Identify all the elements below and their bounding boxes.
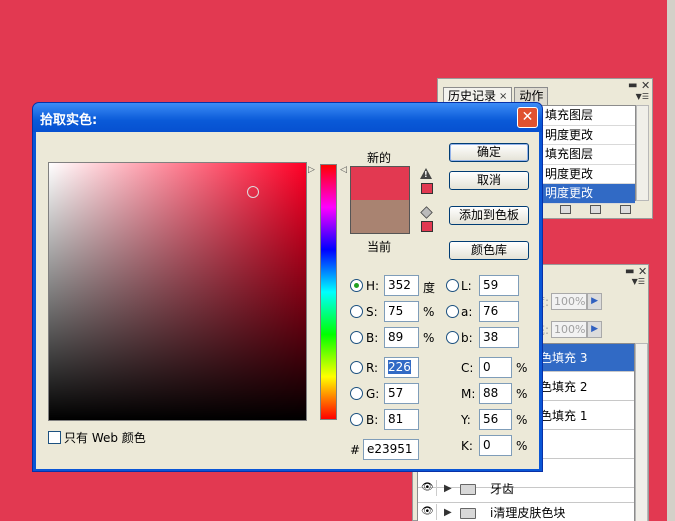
saturation-input[interactable]: 75 [384, 301, 419, 322]
radio-blue[interactable] [350, 413, 363, 426]
dialog-title: 拾取实色: [40, 113, 98, 128]
web-safe-cube-icon[interactable] [420, 206, 433, 219]
radio-saturation[interactable] [350, 305, 363, 318]
color-libraries-button[interactable]: 颜色库 [449, 241, 529, 260]
snapshot-camera-icon[interactable] [590, 205, 601, 214]
yellow-input[interactable]: 56 [479, 409, 512, 430]
cancel-button[interactable]: 取消 [449, 171, 529, 190]
lightness-label: L: [461, 279, 472, 293]
b-lab-input[interactable]: 38 [479, 327, 519, 348]
fill-arrow-icon[interactable]: ▶ [587, 321, 603, 338]
minimize-icon[interactable]: ▬ [628, 80, 637, 91]
close-icon[interactable]: ✕ [641, 79, 650, 92]
dialog-body: ▷ ◁ 只有 Web 颜色 新的 当前 确定 取消 添加到色板 颜色库 H: 3… [36, 132, 539, 469]
gamut-warning-icon[interactable] [420, 168, 432, 179]
opacity-control: 度: 100% ▶ [533, 293, 603, 310]
b-lab-label: b: [461, 331, 473, 345]
a-input[interactable]: 76 [479, 301, 519, 322]
blue-input[interactable]: 81 [384, 409, 419, 430]
yellow-unit: % [516, 413, 528, 427]
hue-slider-arrow-left-icon[interactable]: ▷ [308, 165, 315, 175]
minimize-icon[interactable]: ▬ [625, 266, 634, 277]
color-cursor-icon[interactable] [247, 186, 259, 198]
new-color-label: 新的 [367, 151, 392, 165]
radio-a[interactable] [446, 305, 459, 318]
current-color-label: 当前 [367, 240, 392, 254]
radio-lightness[interactable] [446, 279, 459, 292]
cyan-unit: % [516, 361, 528, 375]
opacity-input[interactable]: 100% [551, 293, 588, 310]
red-value-selected: 226 [388, 360, 411, 374]
current-color-swatch[interactable] [350, 200, 410, 234]
ok-button[interactable]: 确定 [449, 143, 529, 162]
web-only-label: 只有 Web 颜色 [64, 431, 146, 445]
history-scrollbar[interactable] [636, 105, 649, 201]
green-input[interactable]: 57 [384, 383, 419, 404]
opacity-arrow-icon[interactable]: ▶ [587, 293, 603, 310]
hue-input[interactable]: 352 [384, 275, 419, 296]
trash-icon[interactable] [620, 205, 631, 214]
fill-control: 充: 100% ▶ [533, 321, 603, 338]
layer-name: 色填充 3 [540, 351, 588, 365]
folder-icon [460, 508, 476, 519]
yellow-label: Y: [461, 413, 471, 427]
layer-group-row[interactable]: 👁 ▶ i清理皮肤色块 [418, 499, 634, 521]
eye-icon[interactable]: 👁 [421, 504, 437, 520]
new-document-icon[interactable] [560, 205, 571, 214]
hue-unit: 度 [423, 281, 436, 295]
radio-red[interactable] [350, 361, 363, 374]
hex-input[interactable]: e23951 [363, 439, 419, 460]
hue-label: H: [366, 279, 380, 293]
cyan-label: C: [461, 361, 474, 375]
layer-name: 色填充 1 [540, 409, 588, 423]
magenta-input[interactable]: 88 [479, 383, 512, 404]
close-button[interactable]: ✕ [517, 107, 538, 128]
layers-scrollbar[interactable] [635, 343, 648, 521]
saturation-brightness-field[interactable] [48, 162, 307, 421]
brightness-label: B: [366, 331, 379, 345]
panel-menu-icon[interactable]: ▼☰ [636, 92, 649, 101]
folder-icon [460, 484, 476, 495]
eye-icon[interactable]: 👁 [421, 480, 437, 496]
radio-hue[interactable] [350, 279, 363, 292]
expand-triangle-icon[interactable]: ▶ [444, 499, 452, 521]
brightness-input[interactable]: 89 [384, 327, 419, 348]
red-label: R: [366, 361, 379, 375]
hue-slider-arrow-right-icon[interactable]: ◁ [340, 165, 347, 175]
a-label: a: [461, 305, 473, 319]
green-label: G: [366, 387, 380, 401]
gamut-swatch[interactable] [421, 183, 433, 194]
lightness-input[interactable]: 59 [479, 275, 519, 296]
web-safe-swatch[interactable] [421, 221, 433, 232]
dialog-titlebar[interactable]: 拾取实色: ✕ [33, 103, 542, 132]
cyan-input[interactable]: 0 [479, 357, 512, 378]
black-input[interactable]: 0 [479, 435, 512, 456]
brightness-unit: % [423, 331, 435, 345]
fill-input[interactable]: 100% [551, 321, 588, 338]
hex-label: # [350, 443, 361, 457]
magenta-unit: % [516, 387, 528, 401]
saturation-unit: % [423, 305, 435, 319]
hue-slider[interactable] [320, 164, 337, 420]
web-only-checkbox[interactable]: 只有 Web 颜色 [48, 429, 146, 446]
red-input[interactable]: 226 [384, 357, 419, 378]
add-to-swatches-button[interactable]: 添加到色板 [449, 206, 529, 225]
magenta-label: M: [461, 387, 476, 401]
color-picker-dialog: 拾取实色: ✕ ▷ ◁ 只有 Web 颜色 新的 当前 确定 取消 添加到色板 … [32, 102, 543, 472]
radio-green[interactable] [350, 387, 363, 400]
workspace-edge [667, 0, 675, 521]
panel-menu-icon[interactable]: ▼☰ [632, 277, 645, 286]
black-label: K: [461, 439, 473, 453]
saturation-label: S: [366, 305, 378, 319]
black-unit: % [516, 439, 528, 453]
radio-brightness[interactable] [350, 331, 363, 344]
radio-b-lab[interactable] [446, 331, 459, 344]
blue-label: B: [366, 413, 379, 427]
layer-name: 色填充 2 [540, 380, 588, 394]
new-color-swatch [350, 166, 410, 200]
checkbox-box[interactable] [48, 431, 61, 444]
group-name: i清理皮肤色块 [490, 506, 566, 520]
